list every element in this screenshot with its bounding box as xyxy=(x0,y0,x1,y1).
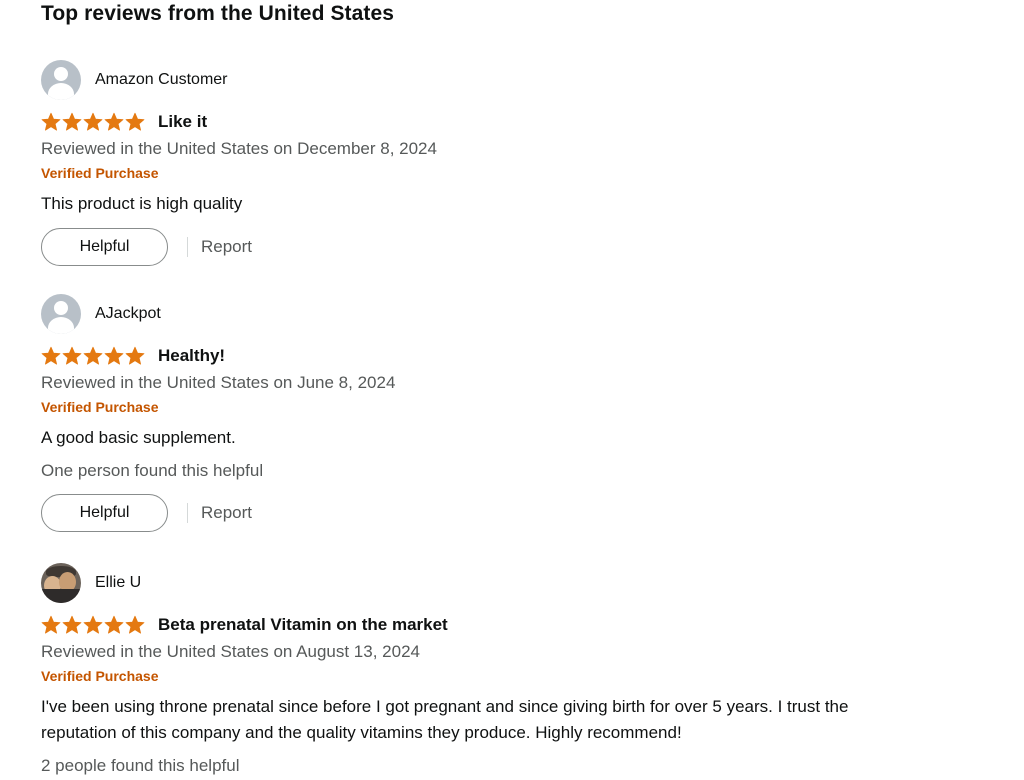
default-avatar-icon xyxy=(41,294,81,334)
review-item: AJackpot Healthy! Reviewed in the United… xyxy=(41,294,941,532)
review-title[interactable]: Healthy! xyxy=(158,346,225,366)
helpful-button[interactable]: Helpful xyxy=(41,228,168,266)
star-filled-icon xyxy=(83,615,103,634)
review-item: Ellie U Beta prenatal Vitamin on the mar… xyxy=(41,563,941,778)
review-date: Reviewed in the United States on Decembe… xyxy=(41,139,437,158)
review-body: A good basic supplement. xyxy=(41,428,236,447)
star-filled-icon xyxy=(125,615,145,634)
reviewer-name[interactable]: AJackpot xyxy=(95,305,161,323)
profile-photo-avatar xyxy=(41,563,81,603)
report-link[interactable]: Report xyxy=(201,503,252,523)
star-filled-icon xyxy=(41,112,61,131)
star-filled-icon xyxy=(125,346,145,365)
star-filled-icon xyxy=(104,346,124,365)
helpful-count: One person found this helpful xyxy=(41,461,264,480)
verified-purchase-badge: Verified Purchase xyxy=(41,668,159,684)
report-link[interactable]: Report xyxy=(201,237,252,257)
star-filled-icon xyxy=(83,346,103,365)
reviewer-profile[interactable]: Ellie U xyxy=(41,563,941,603)
reviewer-name[interactable]: Ellie U xyxy=(95,574,141,592)
star-filled-icon xyxy=(104,112,124,131)
star-filled-icon xyxy=(62,346,82,365)
star-filled-icon xyxy=(104,615,124,634)
star-filled-icon xyxy=(62,112,82,131)
review-body: This product is high quality xyxy=(41,194,243,213)
review-title[interactable]: Like it xyxy=(158,112,207,132)
action-divider xyxy=(187,237,188,257)
star-filled-icon xyxy=(125,112,145,131)
verified-purchase-badge: Verified Purchase xyxy=(41,165,159,181)
star-filled-icon xyxy=(62,615,82,634)
reviewer-profile[interactable]: Amazon Customer xyxy=(41,60,941,100)
review-date: Reviewed in the United States on June 8,… xyxy=(41,373,396,392)
review-item: Amazon Customer Like it Reviewed in the … xyxy=(41,60,941,266)
star-filled-icon xyxy=(41,346,61,365)
star-filled-icon xyxy=(41,615,61,634)
default-avatar-icon xyxy=(41,60,81,100)
star-rating[interactable] xyxy=(41,615,145,635)
action-divider xyxy=(187,503,188,523)
verified-purchase-badge: Verified Purchase xyxy=(41,399,159,415)
reviewer-profile[interactable]: AJackpot xyxy=(41,294,941,334)
helpful-count: 2 people found this helpful xyxy=(41,756,240,775)
star-rating[interactable] xyxy=(41,346,145,366)
section-title: Top reviews from the United States xyxy=(41,2,395,25)
helpful-button[interactable]: Helpful xyxy=(41,494,168,532)
star-rating[interactable] xyxy=(41,112,145,132)
star-filled-icon xyxy=(83,112,103,131)
review-title[interactable]: Beta prenatal Vitamin on the market xyxy=(158,615,448,635)
review-body: I've been using throne prenatal since be… xyxy=(41,697,849,742)
review-date: Reviewed in the United States on August … xyxy=(41,642,420,661)
reviewer-name[interactable]: Amazon Customer xyxy=(95,71,228,89)
